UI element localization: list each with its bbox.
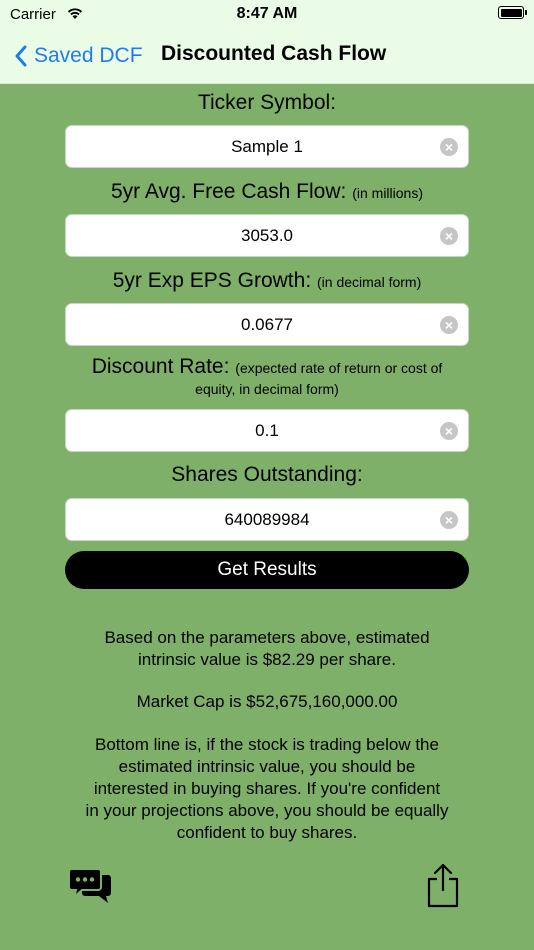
clear-icon[interactable]: × <box>440 422 458 440</box>
status-bar: Carrier 8:47 AM <box>0 0 534 28</box>
market-cap-text: Market Cap is $52,675,160,000.00 <box>60 691 474 713</box>
share-icon[interactable] <box>426 862 460 908</box>
top-bar: Carrier 8:47 AM Saved DCF Discounted Cas… <box>0 0 534 84</box>
intrinsic-line-1: Based on the parameters above, estimated <box>104 628 430 647</box>
back-button[interactable]: Saved DCF <box>14 40 143 72</box>
market-cap-line: Market Cap is $52,675,160,000.00 <box>136 692 398 711</box>
bottom-line-1: Bottom line is, if the stock is trading … <box>95 735 439 754</box>
fcf-input[interactable] <box>66 215 468 256</box>
bottom-line-3: interested in buying shares. If you're c… <box>93 779 441 798</box>
clear-icon[interactable]: × <box>440 227 458 245</box>
bottom-line-4: in your projections above, you should be… <box>85 801 449 820</box>
ticker-field[interactable]: × <box>65 125 469 168</box>
ticker-input[interactable] <box>66 126 468 167</box>
ticker-label: Ticker Symbol: <box>0 91 534 115</box>
discount-label: Discount Rate: (expected rate of return … <box>0 355 534 399</box>
chevron-left-icon <box>15 45 27 67</box>
eps-field[interactable]: × <box>65 303 469 346</box>
discount-field[interactable]: × <box>65 409 469 452</box>
battery-icon <box>498 6 527 19</box>
ticker-label-text: Ticker Symbol: <box>197 91 337 114</box>
back-button-label: Saved DCF <box>34 44 143 67</box>
discount-label-text: Discount Rate: <box>91 355 230 378</box>
discount-input[interactable] <box>66 410 468 451</box>
page-title: Discounted Cash Flow <box>161 42 387 65</box>
get-results-button[interactable]: Get Results <box>65 551 469 589</box>
status-time: 8:47 AM <box>236 5 298 22</box>
chat-bubbles-icon[interactable] <box>68 867 112 905</box>
intrinsic-value-text: Based on the parameters above, estimated… <box>60 627 474 671</box>
bottom-line-text: Bottom line is, if the stock is trading … <box>40 734 494 844</box>
eps-input[interactable] <box>66 304 468 345</box>
bottom-line-2: estimated intrinsic value, you should be <box>118 757 416 776</box>
shares-input[interactable] <box>66 499 468 540</box>
eps-label-text: 5yr Exp EPS Growth: <box>112 269 312 292</box>
eps-label: 5yr Exp EPS Growth: (in decimal form) <box>0 269 534 294</box>
shares-label: Shares Outstanding: <box>0 463 534 487</box>
navigation-bar: Saved DCF Discounted Cash Flow <box>0 36 534 76</box>
shares-field[interactable]: × <box>65 498 469 541</box>
eps-note: (in decimal form) <box>317 274 422 290</box>
shares-label-text: Shares Outstanding: <box>171 463 363 486</box>
discount-note-line1: (expected rate of return or cost of <box>235 360 443 376</box>
fcf-label: 5yr Avg. Free Cash Flow: (in millions) <box>0 180 534 205</box>
fcf-note: (in millions) <box>352 185 423 201</box>
fcf-field[interactable]: × <box>65 214 469 257</box>
clear-icon[interactable]: × <box>440 316 458 334</box>
bottom-line-5: confident to buy shares. <box>176 823 358 842</box>
clear-icon[interactable]: × <box>440 138 458 156</box>
intrinsic-line-2: intrinsic value is $82.29 per share. <box>138 650 396 669</box>
clear-icon[interactable]: × <box>440 511 458 529</box>
discount-note-line2: equity, in decimal form) <box>195 381 339 397</box>
fcf-label-text: 5yr Avg. Free Cash Flow: <box>110 180 347 203</box>
